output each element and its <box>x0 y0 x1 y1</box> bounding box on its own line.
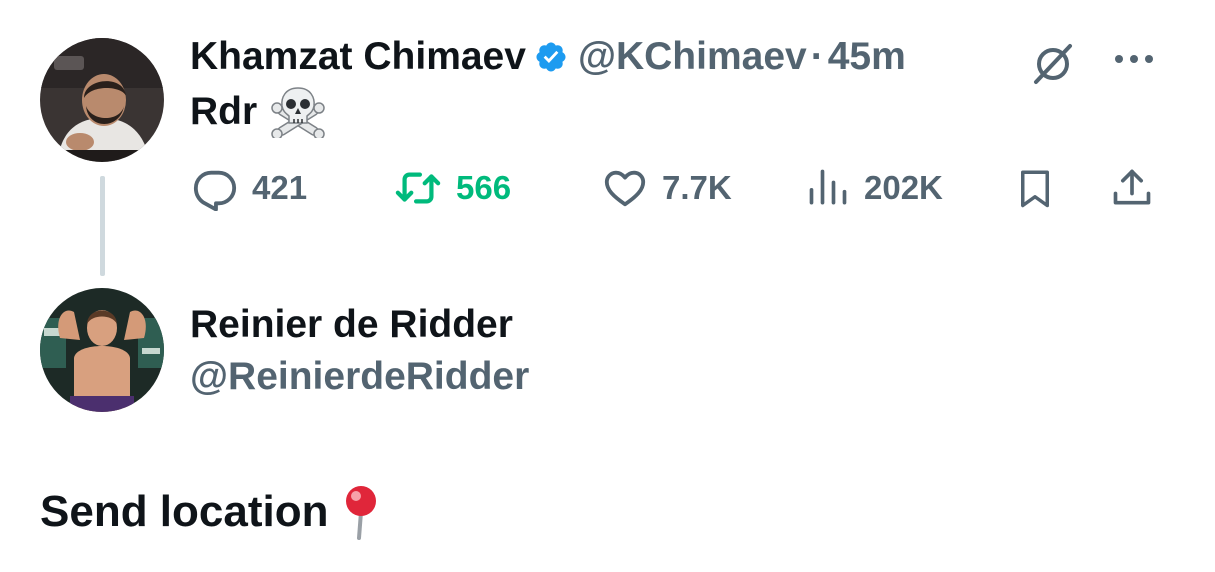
views-count: 202K <box>864 169 943 206</box>
round-pushpin-icon <box>346 486 377 540</box>
analytics-icon <box>809 169 847 205</box>
like-count: 7.7K <box>662 169 732 206</box>
bookmark-button[interactable] <box>1014 160 1056 216</box>
verified-badge-icon <box>534 40 568 74</box>
views-button[interactable]: 202K <box>806 160 943 216</box>
reply-button[interactable]: 421 <box>192 160 307 216</box>
avatar-reinier[interactable] <box>40 288 164 412</box>
retweet-icon <box>395 172 441 204</box>
tweet-body: Rdr <box>190 90 258 133</box>
reply-icon <box>193 170 237 211</box>
quoted-author-name[interactable]: Reinier de Ridder <box>190 302 513 348</box>
author-handle[interactable]: @KChimaev <box>578 34 807 80</box>
more-options-icon[interactable] <box>1112 52 1156 71</box>
skull-and-crossbones-icon <box>271 87 325 138</box>
grok-icon[interactable] <box>1028 38 1078 93</box>
quoted-author-handle[interactable]: @ReinierdeRidder <box>190 354 529 400</box>
share-icon <box>1113 169 1151 205</box>
heart-icon <box>604 170 646 207</box>
tweet-thread: Khamzat Chimaev @KChimaev · 45m Rdr 421 … <box>0 0 1215 572</box>
avatar-khamzat[interactable] <box>40 38 164 162</box>
retweet-button[interactable]: 566 <box>394 160 511 216</box>
like-button[interactable]: 7.7K <box>602 160 732 216</box>
tweet-timestamp[interactable]: 45m <box>828 34 906 80</box>
tweet-header: Khamzat Chimaev @KChimaev · 45m <box>190 34 906 80</box>
share-button[interactable] <box>1110 160 1154 216</box>
retweet-count: 566 <box>456 169 512 206</box>
separator-dot: · <box>810 35 824 78</box>
reply-count: 421 <box>252 169 308 206</box>
author-name[interactable]: Khamzat Chimaev <box>190 34 526 80</box>
bookmark-icon <box>1021 170 1049 208</box>
quoted-tweet-text: Send location <box>40 484 382 540</box>
quoted-tweet-body: Send location <box>40 487 329 536</box>
tweet-text: Rdr <box>190 86 327 138</box>
tweet-actions: 421 566 7.7K 202K <box>0 160 1215 216</box>
